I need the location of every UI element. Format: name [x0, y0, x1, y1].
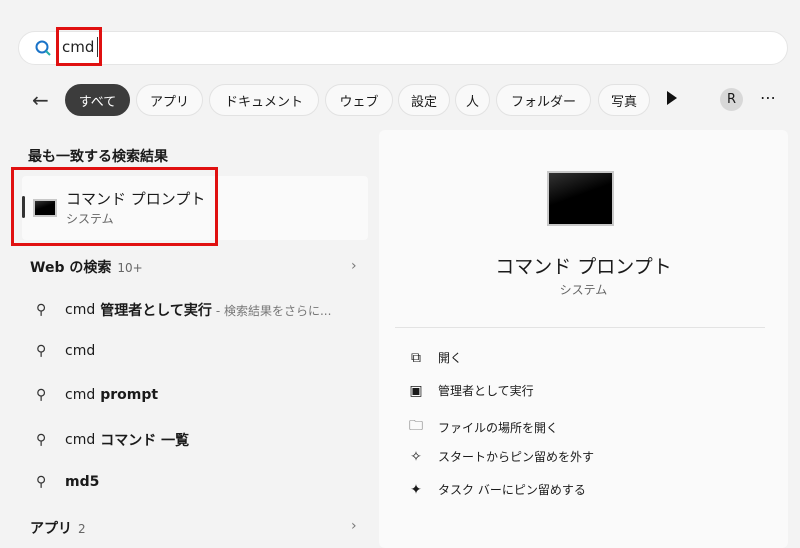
- apps-heading[interactable]: アプリ 2: [30, 518, 86, 538]
- shield-window-icon: ▣: [409, 382, 423, 399]
- more-filters-play-icon[interactable]: [667, 91, 677, 105]
- pin-icon: ✦: [410, 481, 422, 498]
- filter-all[interactable]: すべて: [65, 84, 130, 116]
- apps-label: アプリ: [30, 521, 72, 537]
- back-arrow-icon[interactable]: ←: [32, 88, 49, 112]
- action-open[interactable]: ⧉ 開く: [406, 349, 462, 366]
- unpin-icon: ✧: [410, 448, 422, 465]
- web-search-label: Web の検索: [30, 260, 112, 276]
- more-options-icon[interactable]: ⋯: [760, 88, 777, 107]
- action-unpin-start[interactable]: ✧ スタートからピン留めを外す: [406, 448, 594, 465]
- filter-documents[interactable]: ドキュメント: [209, 84, 319, 116]
- apps-count: 2: [78, 522, 86, 536]
- divider: [395, 327, 765, 328]
- action-pin-taskbar[interactable]: ✦ タスク バーにピン留めする: [406, 481, 586, 498]
- filter-photos[interactable]: 写真: [598, 84, 650, 116]
- search-icon: ⚲: [36, 387, 47, 403]
- detail-subtitle: システム: [559, 283, 608, 297]
- highlight-box: [11, 167, 218, 246]
- command-prompt-large-icon: [547, 171, 614, 226]
- search-icon: ⚲: [36, 343, 47, 359]
- web-search-count: 10+: [117, 261, 143, 275]
- open-external-icon: ⧉: [411, 349, 421, 366]
- filter-settings[interactable]: 設定: [398, 84, 450, 116]
- filter-apps[interactable]: アプリ: [136, 84, 203, 116]
- avatar[interactable]: R: [720, 88, 743, 111]
- search-icon: ⚲: [36, 302, 47, 318]
- search-icon: ⚲: [36, 432, 47, 448]
- web-suggestion[interactable]: ⚲ cmd prompt: [36, 387, 158, 403]
- action-open-file-location[interactable]: 🗀 ファイルの場所を開く: [406, 415, 558, 439]
- detail-title: コマンド プロンプト: [495, 256, 672, 278]
- web-search-heading[interactable]: Web の検索 10+: [30, 257, 143, 277]
- web-suggestion[interactable]: ⚲ cmd コマンド 一覧: [36, 430, 189, 450]
- filter-web[interactable]: ウェブ: [325, 84, 393, 116]
- chevron-right-icon[interactable]: ›: [351, 258, 357, 274]
- chevron-right-icon[interactable]: ›: [351, 518, 357, 534]
- web-suggestion[interactable]: ⚲ cmd: [36, 343, 95, 359]
- search-icon: [35, 40, 51, 56]
- highlight-box: [56, 27, 102, 66]
- filter-folders[interactable]: フォルダー: [496, 84, 591, 116]
- web-suggestion[interactable]: ⚲ md5: [36, 474, 99, 490]
- search-icon: ⚲: [36, 474, 47, 490]
- action-run-as-admin[interactable]: ▣ 管理者として実行: [406, 382, 533, 399]
- folder-icon: 🗀: [409, 418, 423, 434]
- web-suggestion[interactable]: ⚲ cmd 管理者として実行 - 検索結果をさらに...: [36, 300, 331, 320]
- best-match-heading: 最も一致する検索結果: [28, 149, 168, 165]
- search-box[interactable]: [18, 31, 788, 65]
- filter-people[interactable]: 人: [455, 84, 490, 116]
